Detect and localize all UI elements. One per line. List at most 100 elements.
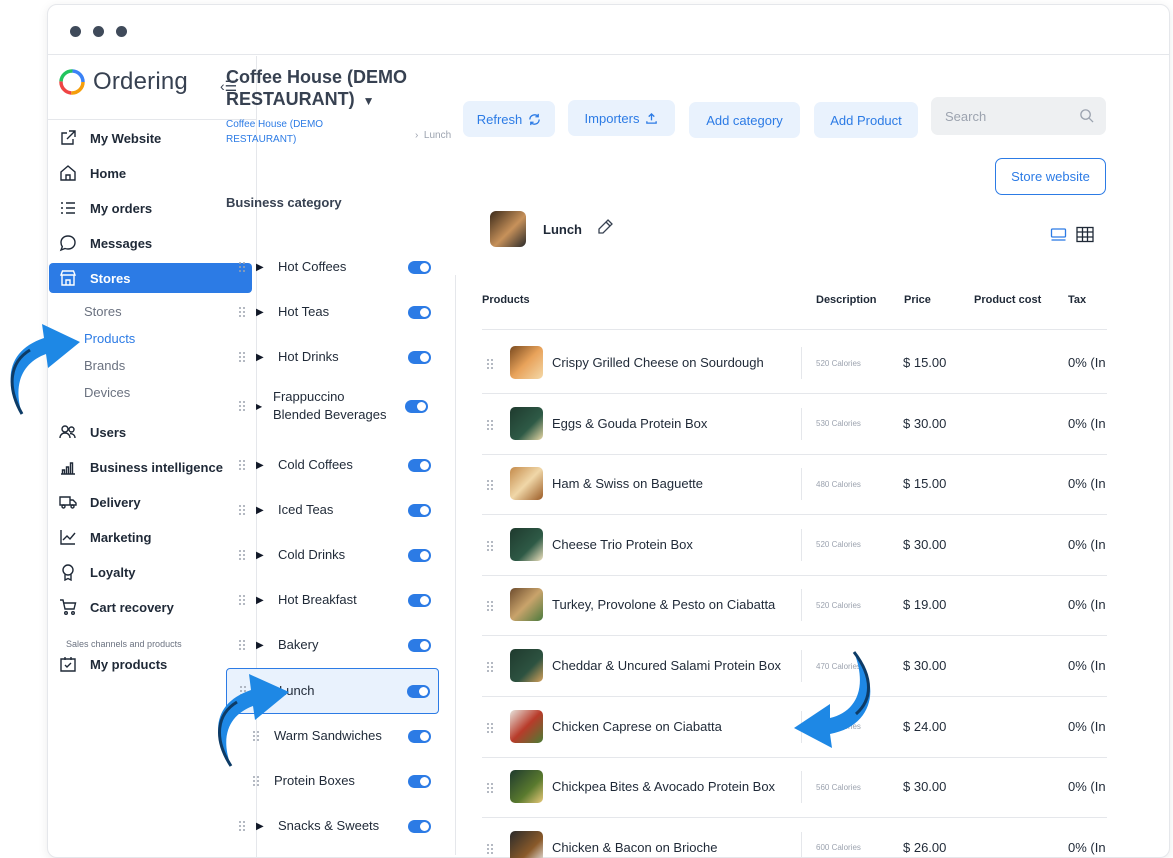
category-enabled-toggle[interactable]: [408, 305, 431, 319]
table-view-icon[interactable]: [1076, 226, 1094, 248]
caret-right-icon[interactable]: ▶: [256, 550, 278, 561]
table-row[interactable]: Turkey, Provolone & Pesto on Ciabatta 520…: [482, 575, 1107, 637]
drag-handle-icon[interactable]: [234, 306, 250, 318]
caret-right-icon[interactable]: ▶: [256, 505, 278, 516]
category-enabled-toggle[interactable]: [405, 399, 428, 413]
drag-handle-icon[interactable]: [234, 639, 250, 651]
drag-handle-icon[interactable]: [486, 478, 494, 496]
table-row[interactable]: Ham & Swiss on Baguette 480 Calories $ 15.…: [482, 454, 1107, 516]
category-label: Cold Drinks: [278, 547, 346, 562]
category-item[interactable]: ▶ Cold Drinks: [226, 532, 439, 578]
users-icon: [58, 422, 78, 442]
sidebar-subitem-brands[interactable]: Brands: [84, 358, 125, 373]
category-enabled-toggle[interactable]: [407, 684, 430, 698]
drag-handle-icon[interactable]: [234, 504, 250, 516]
table-row[interactable]: Crispy Grilled Cheese on Sourdough 520 Ca…: [482, 333, 1107, 394]
sidebar-item-marketing[interactable]: Marketing: [58, 522, 253, 552]
caret-right-icon[interactable]: ▶: [256, 821, 278, 832]
caret-right-icon[interactable]: ▶: [256, 460, 278, 471]
add-category-button[interactable]: Add category: [689, 102, 800, 138]
sidebar-item-my-website[interactable]: My Website: [58, 123, 253, 153]
category-enabled-toggle[interactable]: [408, 729, 431, 743]
product-image: [510, 346, 543, 379]
category-item[interactable]: ▶ Hot Drinks: [226, 334, 439, 380]
product-image: [510, 830, 543, 858]
category-item[interactable]: ▶ Hot Coffees: [226, 244, 439, 290]
drag-handle-icon[interactable]: [486, 781, 494, 799]
card-view-icon[interactable]: [1050, 226, 1067, 248]
table-row[interactable]: Chicken & Bacon on Brioche 600 Calories $ …: [482, 818, 1107, 858]
category-enabled-toggle[interactable]: [408, 458, 431, 472]
category-item[interactable]: ▶ Snacks & Sweets: [226, 803, 439, 849]
caret-right-icon[interactable]: ▶: [256, 595, 278, 606]
table-row[interactable]: Cheese Trio Protein Box 520 Calories $ 30.…: [482, 515, 1107, 576]
drag-handle-icon[interactable]: [486, 357, 494, 375]
sidebar-subitem-products[interactable]: Products: [84, 331, 135, 346]
drag-handle-icon[interactable]: [234, 820, 250, 832]
sidebar-item-cart-recovery[interactable]: Cart recovery: [58, 592, 253, 622]
category-image[interactable]: [490, 211, 526, 247]
drag-handle-icon[interactable]: [234, 549, 250, 561]
caret-right-icon[interactable]: ▶: [256, 262, 278, 273]
category-enabled-toggle[interactable]: [408, 638, 431, 652]
sidebar-item-delivery[interactable]: Delivery: [58, 487, 253, 517]
store-title[interactable]: Coffee House (DEMO RESTAURANT) ▼: [226, 66, 441, 112]
drag-handle-icon[interactable]: [486, 842, 494, 858]
search-input[interactable]: Search: [931, 97, 1106, 135]
window-dot: [116, 26, 127, 37]
product-image: [510, 467, 543, 501]
caret-right-icon[interactable]: ▶: [256, 352, 278, 363]
caret-right-icon[interactable]: ▶: [256, 640, 278, 651]
refresh-button[interactable]: Refresh: [463, 101, 555, 137]
table-row[interactable]: Chickpea Bites & Avocado Protein Box 560 …: [482, 757, 1107, 819]
importers-label: Importers: [584, 110, 640, 126]
drag-handle-icon[interactable]: [234, 459, 250, 471]
product-description: 600 Calories: [801, 831, 861, 858]
category-enabled-toggle[interactable]: [408, 774, 431, 788]
category-enabled-toggle[interactable]: [408, 819, 431, 833]
drag-handle-icon[interactable]: [486, 599, 494, 617]
category-enabled-toggle[interactable]: [408, 260, 431, 274]
category-item[interactable]: ▶ Iced Teas: [226, 487, 439, 533]
sidebar-item-home[interactable]: Home: [58, 158, 253, 188]
product-tax: 0% (In: [1068, 536, 1106, 552]
drag-handle-icon[interactable]: [234, 594, 250, 606]
category-item[interactable]: ▶ Hot Breakfast: [226, 577, 439, 623]
importers-button[interactable]: Importers: [568, 100, 675, 136]
sidebar-item-users[interactable]: Users: [58, 417, 253, 447]
add-product-button[interactable]: Add Product: [814, 102, 918, 138]
sidebar-item-label: Users: [90, 424, 127, 440]
drag-handle-icon[interactable]: [234, 261, 250, 273]
sidebar-item-messages[interactable]: Messages: [58, 228, 253, 258]
product-name: Chicken & Bacon on Brioche: [552, 839, 718, 855]
breadcrumb-store[interactable]: Coffee House (DEMO RESTAURANT): [226, 117, 376, 147]
award-icon: [58, 562, 78, 582]
drag-handle-icon[interactable]: [234, 400, 250, 412]
sidebar-item-label: Stores: [90, 270, 131, 286]
drag-handle-icon[interactable]: [486, 660, 494, 678]
caret-down-icon[interactable]: ▼: [363, 94, 375, 108]
category-enabled-toggle[interactable]: [408, 548, 431, 562]
category-item[interactable]: ▶ Hot Teas: [226, 289, 439, 335]
logo[interactable]: Ordering: [58, 68, 188, 96]
sidebar-subitem-devices[interactable]: Devices: [84, 385, 130, 400]
drag-handle-icon[interactable]: [486, 539, 494, 557]
category-enabled-toggle[interactable]: [408, 503, 431, 517]
drag-handle-icon[interactable]: [486, 721, 494, 739]
caret-right-icon[interactable]: ▶: [256, 307, 278, 318]
caret-right-icon[interactable]: ▶: [256, 402, 273, 411]
category-item[interactable]: ▶ Frappuccino Blended Beverages: [226, 383, 439, 429]
drag-handle-icon[interactable]: [486, 418, 494, 436]
edit-pencil-icon[interactable]: [596, 218, 614, 241]
store-website-button[interactable]: Store website: [995, 158, 1106, 195]
category-enabled-toggle[interactable]: [408, 593, 431, 607]
category-enabled-toggle[interactable]: [408, 350, 431, 364]
table-row[interactable]: Eggs & Gouda Protein Box 530 Calories $ 30…: [482, 394, 1107, 455]
sidebar-item-loyalty[interactable]: Loyalty: [58, 557, 253, 587]
drag-handle-icon[interactable]: [234, 351, 250, 363]
category-item[interactable]: ▶ Cold Coffees: [226, 442, 439, 488]
sidebar-item-business-intelligence[interactable]: Business intelligence: [58, 452, 253, 482]
sidebar-item-stores[interactable]: Stores: [49, 263, 252, 293]
drag-handle-icon[interactable]: [248, 775, 264, 787]
sidebar-item-my-orders[interactable]: My orders: [58, 193, 253, 223]
